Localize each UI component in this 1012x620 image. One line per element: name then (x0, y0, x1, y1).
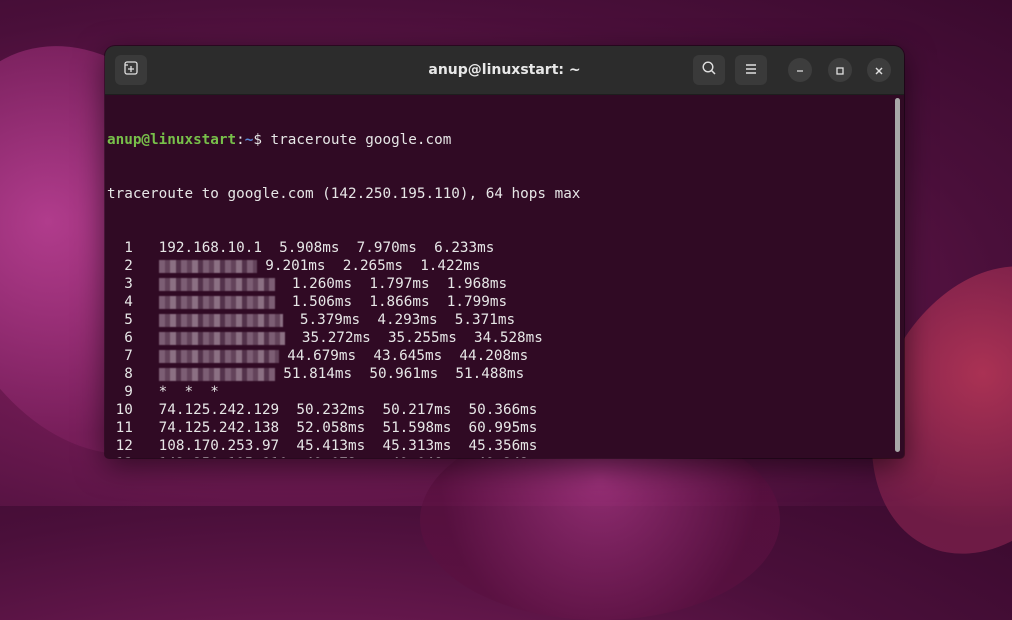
terminal-window: anup@linuxstart: ~ anup@linuxstart:~$ tr… (105, 46, 904, 458)
hop-line: 1 192.168.10.1 5.908ms 7.970ms 6.233ms (107, 239, 890, 257)
hop-number: 10 (107, 402, 133, 418)
hop-line: 4 1.506ms 1.866ms 1.799ms (107, 293, 890, 311)
hop-number: 3 (107, 276, 133, 292)
hop-number: 7 (107, 348, 133, 364)
traceroute-header: traceroute to google.com (142.250.195.11… (107, 186, 581, 202)
maximize-icon (835, 61, 845, 80)
hop-number: 13 (107, 456, 133, 458)
redacted-address (158, 313, 283, 327)
hop-number: 12 (107, 438, 133, 454)
hop-line: 7 44.679ms 43.645ms 44.208ms (107, 347, 890, 365)
hop-number: 2 (107, 258, 133, 274)
hop-number: 8 (107, 366, 133, 382)
search-button[interactable] (693, 55, 725, 85)
redacted-address (158, 331, 285, 345)
hop-address: 192.168.10.1 (158, 240, 262, 256)
hop-times: 51.814ms 50.961ms 51.488ms (274, 366, 525, 382)
hop-line: 5 5.379ms 4.293ms 5.371ms (107, 311, 890, 329)
redacted-address (158, 295, 275, 309)
prompt-symbol: $ (253, 132, 262, 148)
hop-line: 6 35.272ms 35.255ms 34.528ms (107, 329, 890, 347)
hop-times: 52.058ms 51.598ms 60.995ms (279, 420, 538, 436)
maximize-button[interactable] (828, 58, 852, 82)
hop-times: 50.232ms 50.217ms 50.366ms (279, 402, 538, 418)
command-text: traceroute google.com (261, 132, 452, 148)
minimize-button[interactable] (788, 58, 812, 82)
minimize-icon (795, 61, 805, 80)
hop-address: 74.125.242.138 (158, 420, 280, 436)
hop-times: 1.260ms 1.797ms 1.968ms (274, 276, 508, 292)
terminal-output[interactable]: anup@linuxstart:~$ traceroute google.com… (107, 95, 890, 458)
hamburger-menu-icon (744, 61, 758, 80)
search-icon (701, 60, 717, 80)
hop-line: 12 108.170.253.97 45.413ms 45.313ms 45.3… (107, 437, 890, 455)
new-tab-icon (123, 60, 139, 80)
redacted-address (158, 259, 257, 273)
scrollbar[interactable] (895, 98, 900, 452)
hop-times: 9.201ms 2.265ms 1.422ms (256, 258, 481, 274)
redacted-address (158, 367, 275, 381)
hop-times: 49.072ms 49.048ms 49.242ms (288, 456, 546, 458)
close-button[interactable] (867, 58, 891, 82)
command-line: anup@linuxstart:~$ traceroute google.com (107, 131, 890, 149)
hop-number: 9 (107, 384, 133, 400)
prompt-user: anup@linuxstart (107, 132, 237, 148)
redacted-address (158, 349, 279, 363)
hop-number: 6 (107, 330, 133, 346)
window-title: anup@linuxstart: ~ (428, 62, 581, 78)
hop-address: 108.170.253.97 (158, 438, 280, 454)
hop-line: 10 74.125.242.129 50.232ms 50.217ms 50.3… (107, 401, 890, 419)
hop-line: 9 * * * (107, 383, 890, 401)
hop-number: 11 (107, 420, 133, 436)
hop-times: 45.413ms 45.313ms 45.356ms (279, 438, 538, 454)
hop-number: 1 (107, 240, 133, 256)
redacted-address (158, 277, 275, 291)
hop-line: 3 1.260ms 1.797ms 1.968ms (107, 275, 890, 293)
hop-times: 1.506ms 1.866ms 1.799ms (274, 294, 508, 310)
hop-address: * * * (158, 384, 219, 400)
hop-times: 5.908ms 7.970ms 6.233ms (261, 240, 495, 256)
hop-times: 35.272ms 35.255ms 34.528ms (284, 330, 543, 346)
title-bar[interactable]: anup@linuxstart: ~ (105, 46, 904, 95)
new-tab-button[interactable] (115, 55, 147, 85)
hop-line: 13 142.250.195.110 49.072ms 49.048ms 49.… (107, 455, 890, 458)
hop-line: 8 51.814ms 50.961ms 51.488ms (107, 365, 890, 383)
hop-address: 142.250.195.110 (159, 456, 288, 458)
close-icon (874, 61, 884, 80)
hop-times: 5.379ms 4.293ms 5.371ms (282, 312, 516, 328)
hop-number: 5 (107, 312, 133, 328)
menu-button[interactable] (735, 55, 767, 85)
prompt-separator: : (236, 132, 245, 148)
hop-number: 4 (107, 294, 133, 310)
hop-address: 74.125.242.129 (158, 402, 280, 418)
hop-line: 11 74.125.242.138 52.058ms 51.598ms 60.9… (107, 419, 890, 437)
hop-line: 2 9.201ms 2.265ms 1.422ms (107, 257, 890, 275)
hop-times: 44.679ms 43.645ms 44.208ms (278, 348, 529, 364)
